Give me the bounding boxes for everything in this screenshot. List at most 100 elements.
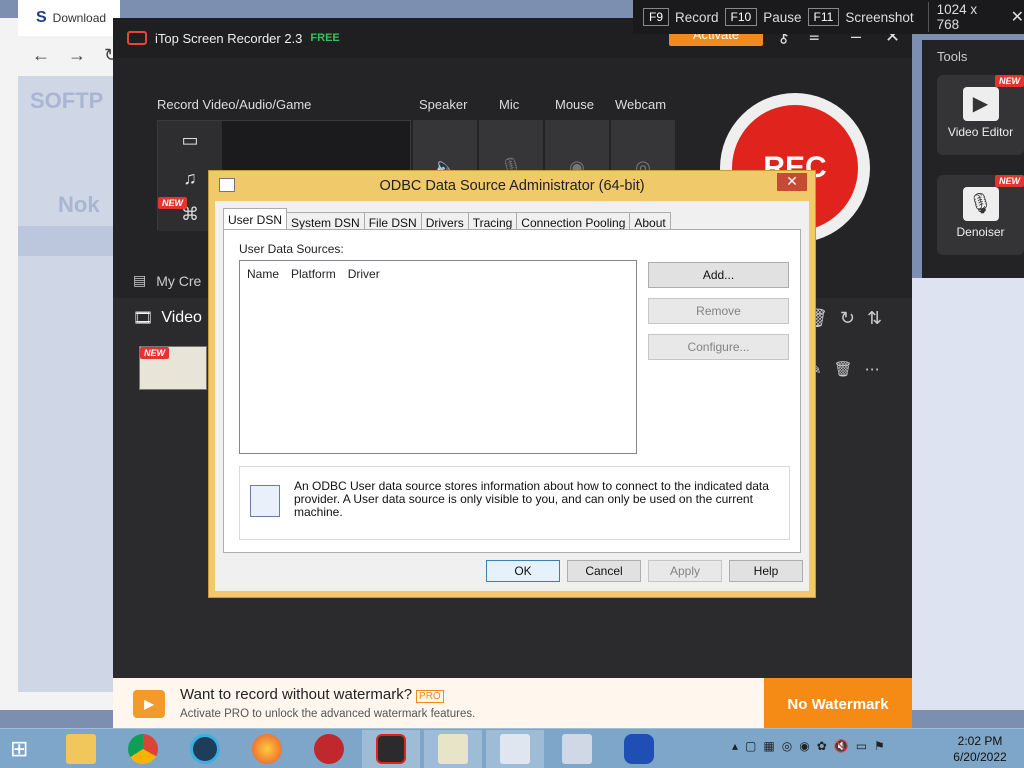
denoiser-label: Denoiser <box>956 225 1005 239</box>
mic-label: Mic <box>499 97 520 112</box>
webcam-label: Webcam <box>615 97 667 112</box>
taskbar: ⊞ ▴ ▢ ▦ ◎ ◉ ✿ 🔇 ▭ ⚑ 2:02 PM 6/20/2022 <box>0 728 1024 768</box>
page-heading: Nok <box>58 192 100 217</box>
pause-hotkey-label[interactable]: Pause <box>763 10 801 25</box>
clock-time: 2:02 PM <box>957 734 1003 748</box>
itop-recorder-taskbar-item[interactable] <box>362 730 420 768</box>
free-badge: FREE <box>310 32 340 44</box>
dialog-tabs: User DSN System DSN File DSN Drivers Tra… <box>223 208 671 231</box>
firefox-icon <box>252 734 282 764</box>
tab-user-dsn[interactable]: User DSN <box>223 208 288 231</box>
delete-icon[interactable]: 🗑 <box>834 360 853 378</box>
ccleaner-icon <box>190 734 220 764</box>
video-category[interactable]: 🎞 Video <box>133 308 202 328</box>
creations-icon: ▤ <box>133 272 147 288</box>
chrome-icon <box>128 734 158 764</box>
denoiser-new-badge: NEW <box>995 175 1024 187</box>
forward-icon[interactable]: → <box>68 45 86 66</box>
itop-recorder-icon <box>376 734 406 764</box>
odbc-taskbar-item[interactable] <box>486 730 544 768</box>
user-dsn-panel: User Data Sources: Name Platform Driver … <box>223 229 801 553</box>
volume-muted-icon[interactable]: 🔇 <box>834 739 849 753</box>
n-app-icon <box>624 734 654 764</box>
tray-sync-icon[interactable]: ◎ <box>782 739 792 753</box>
pro-badge: PRO <box>416 690 444 703</box>
back-icon[interactable]: ← <box>32 45 50 66</box>
spreadsheet-icon <box>438 734 468 764</box>
file-explorer-taskbar-item[interactable] <box>52 730 110 768</box>
cancel-button[interactable]: Cancel <box>567 560 641 582</box>
remove-button[interactable]: Remove <box>648 298 789 324</box>
column-platform[interactable]: Platform <box>291 267 336 281</box>
browser-tab[interactable]: S Download <box>18 0 120 36</box>
denoiser-icon: 🎙 <box>962 187 999 221</box>
denoiser-tool[interactable]: NEW 🎙 Denoiser <box>937 175 1024 255</box>
watermark-title-text: Want to record without watermark? <box>180 686 413 703</box>
video-label: Video <box>161 309 202 326</box>
column-name[interactable]: Name <box>247 267 279 281</box>
system-tray: ▴ ▢ ▦ ◎ ◉ ✿ 🔇 ▭ ⚑ <box>732 739 885 753</box>
game-app-icon <box>314 734 344 764</box>
record-hotkey-label[interactable]: Record <box>675 10 719 25</box>
video-editor-tool[interactable]: NEW ▶ Video Editor <box>937 75 1024 155</box>
recorder-logo-icon <box>127 31 147 45</box>
monitor-icon <box>562 734 592 764</box>
tray-app-icon[interactable]: ▢ <box>745 739 756 753</box>
watermark-icon: ▶ <box>133 690 165 718</box>
flag-icon[interactable]: ⚑ <box>874 739 885 753</box>
data-source-icon <box>250 485 280 517</box>
system-clock[interactable]: 2:02 PM 6/20/2022 <box>944 733 1016 765</box>
browser-tab-label: Download <box>52 11 107 25</box>
no-watermark-button[interactable]: No Watermark <box>764 678 912 730</box>
dialog-body: User DSN System DSN File DSN Drivers Tra… <box>215 201 809 591</box>
screenshot-hotkey: F11 <box>807 8 840 26</box>
softpedia-icon: S <box>36 9 47 26</box>
refresh-icon[interactable]: ↻ <box>840 308 855 329</box>
firefox-taskbar-item[interactable] <box>238 730 296 768</box>
user-data-sources-label: User Data Sources: <box>239 242 344 256</box>
game-app-taskbar-item[interactable] <box>300 730 358 768</box>
list-actions: 🗑 ↻ ⇅ <box>805 308 882 329</box>
configure-button[interactable]: Configure... <box>648 334 789 360</box>
apply-button[interactable]: Apply <box>648 560 722 582</box>
my-creations-tab[interactable]: ▤ My Cre <box>133 272 201 289</box>
screen-mode-icon[interactable]: ▭ <box>158 121 222 159</box>
windows-start-icon[interactable]: ⊞ <box>10 737 38 761</box>
chrome-taskbar-item[interactable] <box>114 730 172 768</box>
watermark-title: Want to record without watermark? PRO <box>180 686 444 703</box>
browser-page: SOFTP Nok <box>18 76 120 692</box>
tray-expand-icon[interactable]: ▴ <box>732 739 738 753</box>
sort-icon[interactable]: ⇅ <box>867 308 882 329</box>
more-icon[interactable]: ⋯ <box>865 360 880 378</box>
column-driver[interactable]: Driver <box>348 267 380 281</box>
video-editor-label: Video Editor <box>947 125 1014 139</box>
ok-button[interactable]: OK <box>486 560 560 582</box>
odbc-icon <box>500 734 530 764</box>
monitor-taskbar-item[interactable] <box>548 730 606 768</box>
n-app-taskbar-item[interactable] <box>610 730 668 768</box>
dialog-close-button[interactable]: ✕ <box>777 173 807 191</box>
recording-thumbnail[interactable]: NEW <box>139 346 207 390</box>
my-creations-label: My Cre <box>156 272 202 289</box>
odbc-app-icon <box>219 178 235 192</box>
screenshot-hotkey-label[interactable]: Screenshot <box>845 10 913 25</box>
tray-network-icon[interactable]: ▦ <box>763 739 774 753</box>
clock-date: 6/20/2022 <box>953 750 1007 764</box>
video-icon: 🎞 <box>133 310 154 327</box>
tray-display-icon[interactable]: ▭ <box>856 739 867 753</box>
help-button[interactable]: Help <box>729 560 803 582</box>
hotkey-bar-close-icon[interactable]: ✕ <box>1011 7 1024 27</box>
tray-security-icon[interactable]: ✿ <box>817 739 827 753</box>
recording-hotkey-bar: F9 Record F10 Pause F11 Screenshot 1024 … <box>633 0 1024 34</box>
dialog-titlebar: ODBC Data Source Administrator (64-bit) … <box>209 171 815 201</box>
tools-panel: Tools NEW ▶ Video Editor NEW 🎙 Denoiser <box>922 40 1024 278</box>
record-mode-label: Record Video/Audio/Game <box>157 97 312 112</box>
spreadsheet-taskbar-item[interactable] <box>424 730 482 768</box>
list-header: Name Platform Driver <box>240 261 636 281</box>
add-button[interactable]: Add... <box>648 262 789 288</box>
browser-nav-bar: ← → ↻ <box>18 40 120 70</box>
user-data-sources-list[interactable]: Name Platform Driver <box>239 260 637 454</box>
dialog-title: ODBC Data Source Administrator (64-bit) <box>379 178 645 194</box>
tray-record-icon[interactable]: ◉ <box>799 739 809 753</box>
ccleaner-taskbar-item[interactable] <box>176 730 234 768</box>
